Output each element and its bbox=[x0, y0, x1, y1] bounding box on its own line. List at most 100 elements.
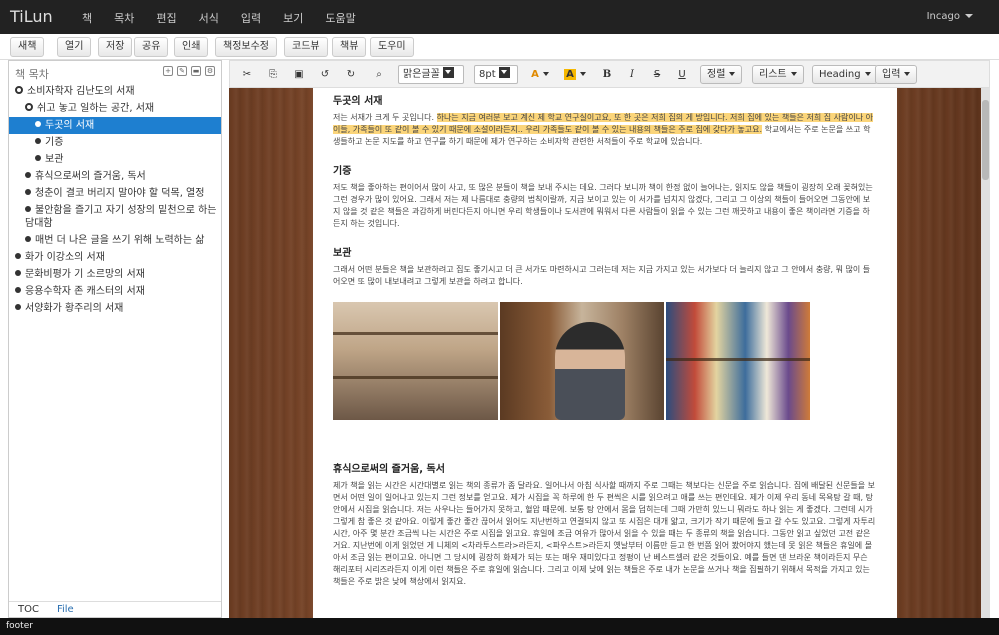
toc-header-icons: + ✎ ▬ ⚙ bbox=[163, 66, 215, 76]
font-size-value: 8pt bbox=[479, 69, 496, 80]
toc-item-label: 불안함을 즐기고 자기 성장의 밑천으로 하는 담대함 bbox=[25, 205, 217, 229]
strike-button[interactable]: S bbox=[648, 65, 666, 84]
heading-label: Heading bbox=[819, 69, 861, 80]
delete-icon[interactable]: ▬ bbox=[191, 66, 201, 76]
document-page[interactable]: 두곳의 서재 저는 서재가 크게 두 곳입니다. 하나는 지금 여러분 보고 계… bbox=[313, 88, 897, 618]
bullet-icon bbox=[15, 304, 21, 310]
print-button[interactable]: 인쇄 bbox=[174, 37, 209, 57]
toc-item-label: 매번 더 나은 글을 쓰기 위해 노력하는 삶 bbox=[35, 235, 205, 246]
add-icon[interactable]: + bbox=[163, 66, 173, 76]
toc-item[interactable]: 서양화가 황주리의 서재 bbox=[9, 300, 221, 317]
toc-item-label: 기증 bbox=[45, 137, 64, 148]
app-brand[interactable]: TiLun bbox=[10, 7, 53, 26]
toc-item[interactable]: 문화비평가 기 소르망의 서재 bbox=[9, 266, 221, 283]
toc-item[interactable]: 매번 더 나은 글을 쓰기 위해 노력하는 삶 bbox=[9, 232, 221, 249]
list-dropdown[interactable]: 리스트 bbox=[752, 65, 804, 84]
chevron-down-icon bbox=[965, 14, 973, 18]
menu-edit[interactable]: 편집 bbox=[156, 10, 176, 26]
chevron-down-icon bbox=[864, 72, 871, 76]
toc-item-label: 서양화가 황주리의 서재 bbox=[25, 303, 124, 314]
editor-scrollbar[interactable] bbox=[981, 88, 990, 618]
list-label: 리스트 bbox=[759, 69, 787, 80]
toc-item-label: 두곳의 서재 bbox=[45, 120, 95, 131]
toc-item[interactable]: 보관 bbox=[9, 151, 221, 168]
chevron-down-icon bbox=[904, 72, 911, 76]
bullet-icon bbox=[35, 155, 41, 161]
photo-bookshelf-awards bbox=[333, 302, 499, 420]
new-book-button[interactable]: 새책 bbox=[10, 37, 45, 57]
cut-icon[interactable]: ✂ bbox=[238, 65, 256, 84]
editor-toolbar: ✂ ⎘ ▣ ↺ ↻ ⌕ 맑은글꼴 8pt A A B I S U 정렬 리스트 … bbox=[229, 60, 990, 88]
toc-header: 책 목차 + ✎ ▬ ⚙ bbox=[9, 61, 221, 81]
toc-item[interactable]: 기증 bbox=[9, 134, 221, 151]
toc-item[interactable]: 불안함을 즐기고 자기 성장의 밑천으로 하는 담대함 bbox=[9, 202, 221, 232]
toc-item[interactable]: 쉬고 놓고 일하는 공간, 서재 bbox=[9, 100, 221, 117]
section-heading: 보관 bbox=[333, 248, 352, 259]
tab-toc[interactable]: TOC bbox=[9, 602, 48, 617]
photo-strip[interactable] bbox=[333, 302, 810, 420]
user-menu[interactable]: Incago bbox=[927, 11, 973, 22]
align-dropdown[interactable]: 정렬 bbox=[700, 65, 743, 84]
footer: footer bbox=[0, 618, 999, 635]
book-view-button[interactable]: 책뷰 bbox=[332, 37, 367, 57]
scrollbar-thumb[interactable] bbox=[982, 100, 989, 180]
font-family-select[interactable]: 맑은글꼴 bbox=[398, 65, 464, 84]
highlight-label: A bbox=[564, 69, 576, 80]
undo-icon[interactable]: ↺ bbox=[316, 65, 334, 84]
menu-help[interactable]: 도움말 bbox=[325, 10, 355, 26]
toc-item[interactable]: 소비자학자 김난도의 서재 bbox=[9, 83, 221, 100]
paragraph: 저도 책을 좋아하는 편이어서 많이 사고, 또 많은 분들이 책을 보내 주시… bbox=[333, 183, 873, 228]
toc-item[interactable]: 휴식으로써의 즐거움, 독서 bbox=[9, 168, 221, 185]
toc-item[interactable]: 응용수학자 존 캐스터의 서재 bbox=[9, 283, 221, 300]
toggle-icon[interactable] bbox=[15, 86, 23, 94]
file-toolbar: 새책 열기 저장 공유 인쇄 책정보수정 코드뷰 책뷰 도우미 bbox=[0, 34, 999, 60]
chevron-down-icon bbox=[542, 72, 549, 76]
copy-icon[interactable]: ⎘ bbox=[264, 65, 282, 84]
menu-toc[interactable]: 목차 bbox=[114, 10, 134, 26]
menu-insert[interactable]: 입력 bbox=[241, 10, 261, 26]
chevron-down-icon bbox=[579, 72, 586, 76]
helper-button[interactable]: 도우미 bbox=[370, 37, 414, 57]
find-icon[interactable]: ⌕ bbox=[370, 65, 388, 84]
paste-icon[interactable]: ▣ bbox=[290, 65, 308, 84]
underline-button[interactable]: U bbox=[673, 65, 691, 84]
open-button[interactable]: 열기 bbox=[57, 37, 92, 57]
toc-item-label: 보관 bbox=[45, 154, 64, 165]
menu-book[interactable]: 책 bbox=[82, 10, 92, 26]
bullet-icon bbox=[25, 206, 31, 212]
edit-icon[interactable]: ✎ bbox=[177, 66, 187, 76]
toc-item-label: 소비자학자 김난도의 서재 bbox=[27, 86, 135, 97]
toc-item-label: 응용수학자 존 캐스터의 서재 bbox=[25, 286, 145, 297]
toc-item-label: 화가 이강소의 서재 bbox=[25, 252, 105, 263]
book-info-button[interactable]: 책정보수정 bbox=[215, 37, 277, 57]
toc-item[interactable]: 청춘이 결코 버리지 말아야 할 덕목, 열정 bbox=[9, 185, 221, 202]
insert-label: 입력 bbox=[882, 69, 901, 80]
bold-button[interactable]: B bbox=[598, 65, 616, 84]
share-button[interactable]: 공유 bbox=[134, 37, 169, 57]
section-heading: 휴식으로써의 즐거움, 독서 bbox=[333, 464, 445, 475]
menu-view[interactable]: 보기 bbox=[283, 10, 303, 26]
user-name: Incago bbox=[926, 11, 960, 22]
insert-dropdown[interactable]: 입력 bbox=[875, 65, 918, 84]
redo-icon[interactable]: ↻ bbox=[342, 65, 360, 84]
code-view-button[interactable]: 코드뷰 bbox=[284, 37, 328, 57]
save-button[interactable]: 저장 bbox=[98, 37, 133, 57]
heading-dropdown[interactable]: Heading bbox=[812, 65, 878, 84]
text-color-button[interactable]: A bbox=[528, 65, 552, 84]
highlight-color-button[interactable]: A bbox=[562, 65, 588, 84]
toc-item[interactable]: 화가 이강소의 서재 bbox=[9, 249, 221, 266]
paragraph: 제가 책을 읽는 시간은 시간대별로 읽는 책의 종류가 좀 달라요. 일어나서… bbox=[333, 481, 876, 586]
font-size-select[interactable]: 8pt bbox=[474, 65, 518, 84]
sidebar-tabs: TOC File bbox=[9, 601, 221, 617]
italic-button[interactable]: I bbox=[623, 65, 641, 84]
menu-format[interactable]: 서식 bbox=[199, 10, 219, 26]
bullet-icon bbox=[25, 236, 31, 242]
font-family-value: 맑은글꼴 bbox=[403, 69, 440, 80]
tab-file[interactable]: File bbox=[48, 602, 83, 617]
toc-item-selected[interactable]: 두곳의 서재 bbox=[9, 117, 221, 134]
settings-icon[interactable]: ⚙ bbox=[205, 66, 215, 76]
bullet-icon bbox=[15, 270, 21, 276]
toc-sidebar: 책 목차 + ✎ ▬ ⚙ 소비자학자 김난도의 서재 쉬고 놓고 일하는 공간,… bbox=[8, 60, 222, 618]
toggle-icon[interactable] bbox=[25, 103, 33, 111]
photo-author-reading bbox=[500, 302, 664, 420]
